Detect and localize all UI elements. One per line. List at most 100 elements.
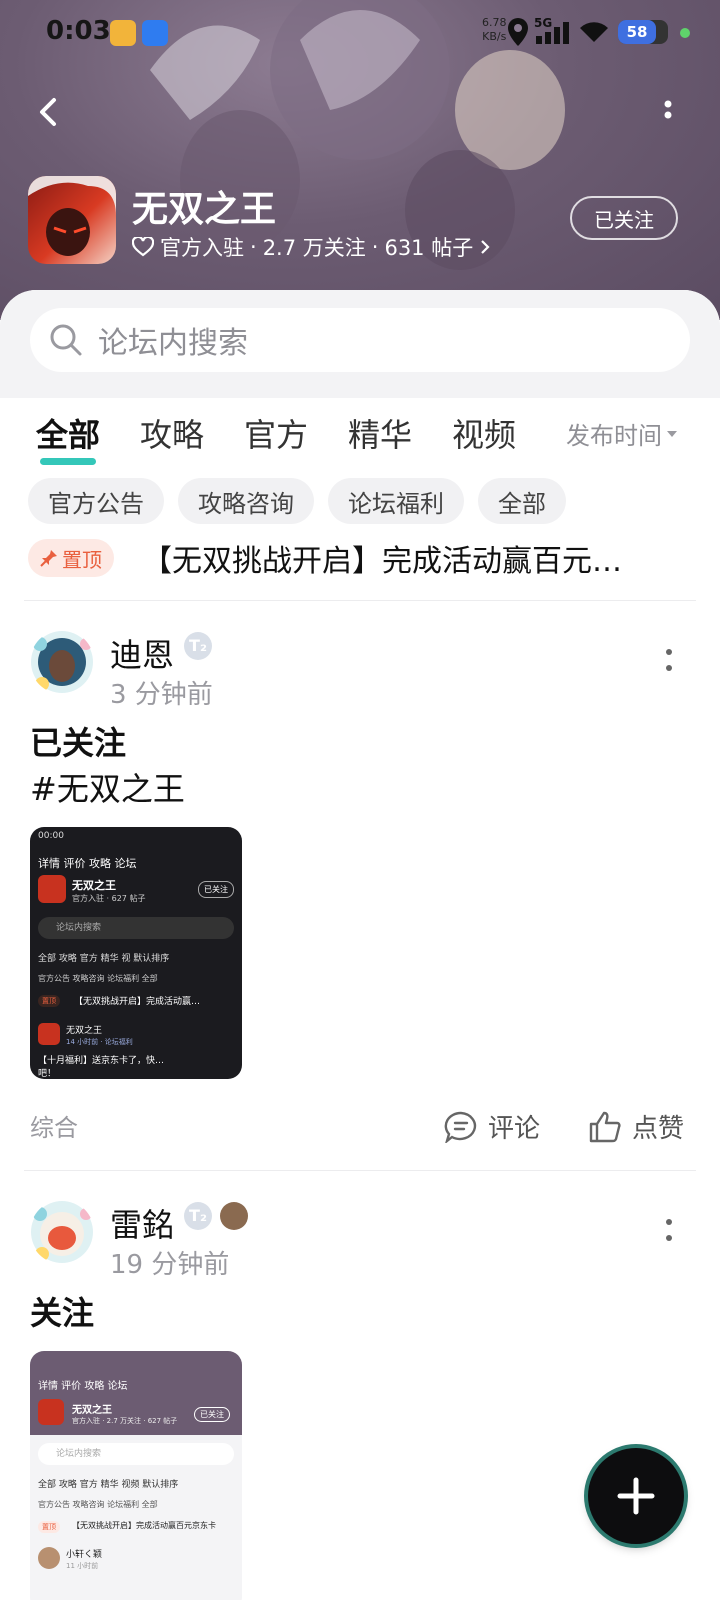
- post-body: 关注: [30, 1290, 94, 1336]
- sort-dropdown[interactable]: 发布时间: [566, 416, 678, 451]
- pinned-post[interactable]: 置顶 【无双挑战开启】完成活动赢百元…: [28, 536, 698, 580]
- speed-value: 6.78: [482, 16, 507, 29]
- thumb-post-avatar: [38, 1023, 60, 1045]
- thumb-pinned-badge: 置顶: [38, 995, 60, 1007]
- chip-guide-inquiry[interactable]: 攻略咨询: [178, 478, 314, 524]
- official-label: 官方入驻: [160, 236, 244, 260]
- post-image[interactable]: 00:00 详情 评价 攻略 论坛 无双之王 官方入驻 · 627 帖子 已关注…: [30, 827, 242, 1079]
- chevron-right-icon: [481, 240, 490, 254]
- location-icon: [508, 18, 528, 46]
- tab-official[interactable]: 官方: [244, 410, 308, 456]
- more-vertical-icon[interactable]: [665, 648, 673, 672]
- pin-icon: [40, 550, 57, 567]
- post-author[interactable]: 迪恩: [110, 630, 174, 676]
- category-chips: 官方公告 攻略咨询 论坛福利 全部: [28, 478, 566, 524]
- chip-benefits[interactable]: 论坛福利: [328, 478, 464, 524]
- post-author[interactable]: 雷銘: [110, 1200, 174, 1246]
- follow-button[interactable]: 已关注: [570, 196, 678, 240]
- post-image[interactable]: 详情 评价 攻略 论坛 无双之王 官方入驻 · 2.7 万关注 · 627 帖子…: [30, 1351, 242, 1600]
- post-card[interactable]: 迪恩 T₂ 3 分钟前 已关注 #无双之王 00:00 详情 评价 攻略 论坛 …: [0, 630, 720, 1150]
- comment-button[interactable]: 评论: [444, 1108, 540, 1145]
- status-dot: [680, 28, 690, 38]
- comment-label: 评论: [488, 1114, 541, 1144]
- post-line: #无双之王: [30, 770, 185, 808]
- pinned-title: 【无双挑战开启】完成活动赢百元…: [142, 544, 622, 579]
- thumb-pinned-badge: 置顶: [38, 1521, 60, 1533]
- thumb-pinned: 【无双挑战开启】完成活动赢百元京东卡: [72, 1521, 216, 1530]
- thumb-tab-row: 全部 攻略 官方 精华 视 默认排序: [38, 954, 170, 964]
- post-time: 3 分钟前: [110, 680, 213, 710]
- divider: [24, 1170, 696, 1171]
- thumb-up-icon: [589, 1111, 621, 1142]
- search-placeholder: 论坛内搜索: [98, 326, 248, 361]
- thumb-post-time: 11 小时前: [66, 1562, 99, 1570]
- thumb-tabs: 详情 评价 攻略 论坛: [38, 1381, 128, 1392]
- battery-indicator: 58: [618, 20, 668, 44]
- post-line: 关注: [30, 1294, 95, 1332]
- pinned-badge: 置顶: [28, 539, 114, 577]
- thumb-followed: 已关注: [194, 1407, 230, 1422]
- post-category[interactable]: 综合: [30, 1108, 78, 1143]
- status-time: 0:03: [46, 16, 111, 46]
- more-vertical-icon[interactable]: [665, 1218, 673, 1242]
- thumb-post-text: 【十月福利】送京东卡了，快…: [38, 1056, 165, 1066]
- thumb-tabs: 详情 评价 攻略 论坛: [38, 857, 137, 870]
- active-tab-indicator: [40, 458, 96, 465]
- divider: [24, 600, 696, 601]
- more-vertical-icon[interactable]: [658, 98, 678, 128]
- speed-unit: KB/s: [482, 30, 507, 43]
- chip-announcement[interactable]: 官方公告: [28, 478, 164, 524]
- back-arrow-icon[interactable]: [30, 92, 70, 132]
- avatar[interactable]: [30, 1200, 94, 1264]
- chip-all[interactable]: 全部: [478, 478, 566, 524]
- search-section: 论坛内搜索: [0, 290, 720, 398]
- filter-tabs: 全部 攻略 官方 精华 视频 发布时间: [0, 410, 720, 470]
- thumb-post-author: 无双之王: [66, 1026, 103, 1036]
- medal-icon: [220, 1202, 248, 1230]
- comment-icon: [444, 1111, 477, 1143]
- forum-header: 0:03 6.78 KB/s 5G 58 无双之王 官方入驻 · 2.7 万关注…: [0, 0, 720, 320]
- thumb-game-icon: [38, 1399, 64, 1425]
- thumb-followed: 已关注: [198, 881, 234, 898]
- forum-content: 论坛内搜索 全部 攻略 官方 精华 视频 发布时间 官方公告 攻略咨询 论坛福利…: [0, 290, 720, 1600]
- like-label: 点赞: [632, 1114, 685, 1144]
- plane-notification-icon: [142, 20, 168, 46]
- like-button[interactable]: 点赞: [588, 1108, 684, 1145]
- meta-separator: ·: [250, 235, 257, 259]
- search-icon: [50, 324, 82, 356]
- thumbnail-screenshot: 00:00 详情 评价 攻略 论坛 无双之王 官方入驻 · 627 帖子 已关注…: [30, 827, 242, 1079]
- post-body: 已关注 #无双之王: [30, 720, 185, 812]
- heart-icon: [132, 237, 154, 257]
- search-input[interactable]: 论坛内搜索: [30, 308, 690, 372]
- post-footer: 综合 评论 点赞: [0, 1108, 720, 1148]
- plus-icon: [617, 1477, 655, 1515]
- wifi-icon: [580, 22, 608, 42]
- thumb-game-icon: [38, 875, 66, 903]
- tab-all[interactable]: 全部: [36, 410, 100, 456]
- thumb-chip-row: 官方公告 攻略咨询 论坛福利 全部: [38, 974, 158, 983]
- level-badge: T₂: [184, 1202, 212, 1230]
- meta-separator: ·: [371, 235, 379, 259]
- post-card[interactable]: 雷銘 T₂ 19 分钟前 关注 详情 评价 攻略 论坛 无双之王 官方入驻 · …: [0, 1200, 720, 1600]
- status-bar: 0:03 6.78 KB/s 5G 58: [0, 0, 720, 66]
- tab-featured[interactable]: 精华: [348, 410, 412, 456]
- thumb-search: 论坛内搜索: [38, 917, 234, 939]
- caret-down-icon: [667, 430, 677, 437]
- followers-count: 2.7 万关注: [262, 236, 366, 260]
- network-speed: 6.78 KB/s: [482, 16, 507, 44]
- thumb-statusbar: 00:00: [38, 831, 64, 841]
- thumb-post-avatar: [38, 1547, 60, 1569]
- post-line: 已关注: [30, 724, 127, 762]
- tab-video[interactable]: 视频: [452, 410, 516, 456]
- avatar[interactable]: [30, 630, 94, 694]
- forum-title: 无双之王: [132, 189, 277, 230]
- create-post-button[interactable]: [588, 1448, 684, 1544]
- forum-meta[interactable]: 官方入驻 · 2.7 万关注 · 631 帖子: [132, 232, 491, 262]
- tab-guide[interactable]: 攻略: [140, 410, 204, 456]
- post-time: 19 分钟前: [110, 1250, 230, 1280]
- pinned-badge-label: 置顶: [62, 547, 102, 572]
- posts-count: 631 帖子: [384, 236, 474, 260]
- sort-label: 发布时间: [566, 422, 662, 450]
- thumb-tab-row: 全部 攻略 官方 精华 视频 默认排序: [38, 1480, 179, 1490]
- level-badge: T₂: [184, 632, 212, 660]
